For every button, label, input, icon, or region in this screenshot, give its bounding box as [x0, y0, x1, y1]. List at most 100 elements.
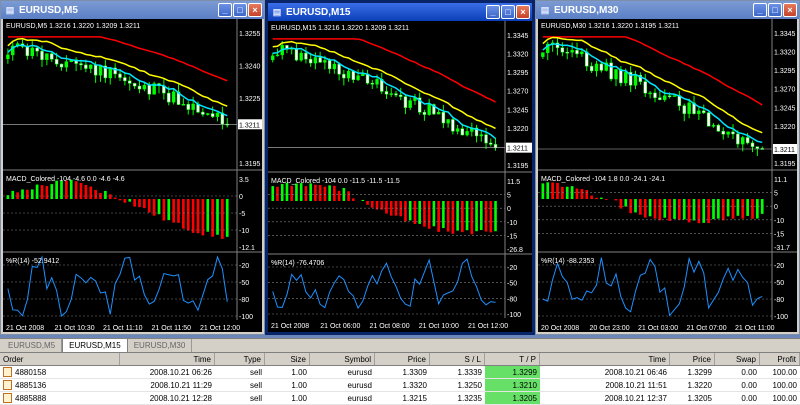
chart-window-m30[interactable]: ▤ EURUSD,M30 _ □ × 1.3345 1.3320 1.3295 1.3… — [535, 0, 800, 335]
close-time: 2008.10.21 12:37 — [604, 394, 667, 403]
candle — [384, 91, 389, 95]
candle — [484, 134, 488, 144]
wpr-tick-label: -50 — [774, 280, 784, 287]
price-tick-label: 1.3320 — [774, 50, 796, 57]
close-icon[interactable]: × — [248, 3, 262, 17]
ohlc-label: EURUSD,M15 1.3216 1.3220 1.3209 1.3211 — [271, 25, 409, 32]
minimize-icon[interactable]: _ — [753, 3, 767, 17]
candle — [361, 73, 365, 77]
wpr-tick-label: -50 — [507, 281, 517, 288]
chart-svg[interactable]: 1.3345 1.3320 1.3295 1.3270 1.3245 1.3220 1.32… — [268, 21, 532, 332]
col-type[interactable]: Type — [215, 353, 265, 365]
candle — [271, 55, 275, 60]
candle — [118, 73, 122, 78]
chart-window-m5[interactable]: ▤ EURUSD,M5 _ □ × 1.3255 1.3240 1.3225 1.32… — [0, 0, 265, 335]
chart-svg[interactable]: 1.3255 1.3240 1.3225 1.3211 1.3195 EURUSD,M5 … — [3, 19, 262, 332]
candle — [436, 111, 441, 115]
macd-tick-label: 0 — [239, 194, 243, 201]
minimize-icon[interactable]: _ — [218, 3, 232, 17]
macd-tick-label: -31.7 — [774, 245, 790, 252]
macd-tick-label: -10 — [507, 220, 517, 227]
take-profit: 1.3210 — [485, 379, 540, 391]
table-row[interactable]: 4880158 2008.10.21 06:26 sell 1.00 eurus… — [0, 366, 800, 379]
chart-canvas[interactable]: 1.3255 1.3240 1.3225 1.3211 1.3195 EURUSD,M5 … — [3, 19, 262, 332]
col-order[interactable]: Order — [0, 353, 120, 365]
candle — [206, 113, 210, 115]
candle — [408, 100, 412, 108]
candle — [45, 53, 49, 60]
col-price[interactable]: Price — [375, 353, 430, 365]
col-profit[interactable]: Profit — [760, 353, 800, 365]
chart-svg[interactable]: 1.3345 1.3320 1.3295 1.3270 1.3245 1.3220 1.32… — [538, 19, 797, 332]
price-tick-label: 1.3225 — [239, 96, 261, 103]
table-row[interactable]: 4885136 2008.10.21 11:29 sell 1.00 eurus… — [0, 379, 800, 392]
candle — [403, 96, 408, 108]
stop-loss: 1.3339 — [457, 368, 482, 377]
minimize-icon[interactable]: _ — [486, 5, 500, 19]
maximize-icon[interactable]: □ — [768, 3, 782, 17]
candle — [560, 47, 565, 53]
candle — [653, 92, 657, 98]
tab-eurusd-m5[interactable]: EURUSD,M5 — [2, 339, 63, 352]
ohlc-label: EURUSD,M30 1.3216 1.3220 1.3195 1.3211 — [541, 23, 679, 30]
order-icon — [3, 392, 12, 403]
time-tick-label: 21 Oct 12:00 — [468, 323, 508, 330]
time-tick-label: 21 Oct 07:00 — [687, 325, 727, 332]
window-titlebar[interactable]: ▤ EURUSD,M30 _ □ × — [536, 1, 799, 19]
tab-eurusd-m15[interactable]: EURUSD,M15 — [62, 338, 128, 352]
candle — [108, 67, 112, 79]
time-tick-label: 20 Oct 23:00 — [590, 325, 630, 332]
chart-window-m15[interactable]: ▤ EURUSD,M15 _ □ × 1.3345 1.3320 1.3295 1.3… — [265, 0, 535, 335]
chart-window-icon: ▤ — [272, 6, 282, 17]
candle — [446, 119, 450, 124]
candle — [50, 53, 54, 60]
candle — [304, 52, 308, 60]
candle — [308, 58, 313, 64]
time-tick-label: 21 Oct 10:30 — [55, 325, 95, 332]
window-title: EURUSD,M5 — [19, 4, 78, 16]
candle — [342, 73, 346, 79]
close-icon[interactable]: × — [516, 5, 530, 19]
col-sl[interactable]: S / L — [430, 353, 485, 365]
candle — [672, 95, 677, 97]
col-symbol[interactable]: Symbol — [310, 353, 375, 365]
wpr-tick-label: -20 — [774, 263, 784, 270]
candle — [142, 84, 147, 90]
candle — [731, 131, 735, 135]
wpr-tick-label: -100 — [239, 314, 253, 321]
candle — [489, 142, 493, 145]
wpr-label: %R(14) -88.2353 — [541, 258, 594, 265]
chart-canvas[interactable]: 1.3345 1.3320 1.3295 1.3270 1.3245 1.3220 1.32… — [268, 21, 532, 332]
order-id: 4880158 — [15, 368, 47, 377]
close-icon[interactable]: × — [783, 3, 797, 17]
col-tp[interactable]: T / P — [485, 353, 540, 365]
tab-eurusd-m30[interactable]: EURUSD,M30 — [128, 339, 193, 352]
col-close-price[interactable]: Price — [670, 353, 715, 365]
table-row[interactable]: 4885888 2008.10.21 12:28 sell 1.00 eurus… — [0, 392, 800, 405]
chart-canvas[interactable]: 1.3345 1.3320 1.3295 1.3270 1.3245 1.3220 1.32… — [538, 19, 797, 332]
time-tick-label: 21 Oct 12:00 — [200, 325, 240, 332]
wpr-label: %R(14) -52.9412 — [6, 258, 59, 265]
col-size[interactable]: Size — [265, 353, 310, 365]
col-swap[interactable]: Swap — [715, 353, 760, 365]
maximize-icon[interactable]: □ — [233, 3, 247, 17]
candle — [123, 77, 127, 82]
col-close-time[interactable]: Time — [540, 353, 670, 365]
candle — [332, 63, 337, 70]
open-time: 2008.10.21 12:28 — [149, 394, 212, 403]
candle — [682, 105, 686, 114]
chart-window-icon: ▤ — [5, 4, 15, 15]
chart-window-icon: ▤ — [540, 4, 550, 15]
maximize-icon[interactable]: □ — [501, 5, 515, 19]
price-tick-label: 1.3195 — [774, 161, 796, 168]
candle — [84, 64, 88, 69]
candle — [594, 63, 599, 72]
candle — [313, 57, 318, 64]
window-titlebar[interactable]: ▤ EURUSD,M5 _ □ × — [1, 1, 264, 19]
col-time[interactable]: Time — [120, 353, 215, 365]
macd-label: MACD_Colored -104 0.0 -11.5 -11.5 -11.5 — [271, 178, 400, 185]
window-titlebar[interactable]: ▤ EURUSD,M15 _ □ × — [268, 3, 532, 21]
candle — [128, 80, 132, 84]
candle — [394, 93, 398, 96]
macd-tick-label: 0 — [774, 204, 778, 211]
